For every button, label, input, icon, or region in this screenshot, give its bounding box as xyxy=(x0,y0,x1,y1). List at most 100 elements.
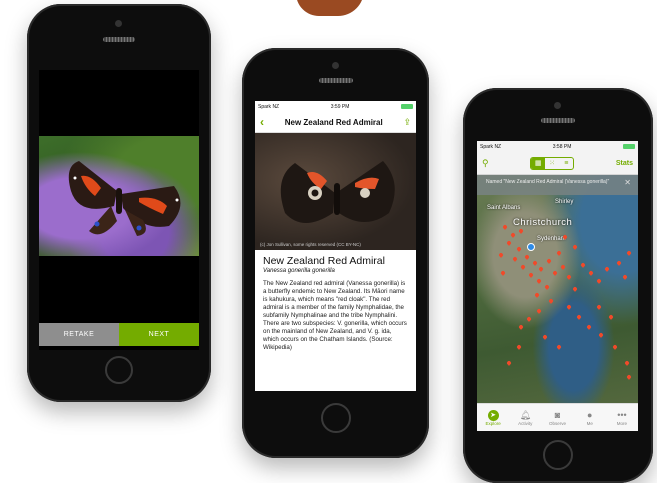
observation-pin[interactable] xyxy=(626,250,632,256)
observation-pin[interactable] xyxy=(510,232,516,238)
battery-icon xyxy=(401,104,413,109)
observation-pin[interactable] xyxy=(616,260,622,266)
observation-pin[interactable] xyxy=(502,224,508,230)
observation-pin[interactable] xyxy=(542,334,548,340)
common-name: New Zealand Red Admiral xyxy=(263,255,385,267)
taxon-photo: (c) Jon Sullivan, some rights reserved (… xyxy=(255,133,416,250)
tab-observe[interactable]: ◙ Observe xyxy=(541,404,573,431)
stats-button[interactable]: Stats xyxy=(616,160,633,167)
orange-logo-fragment xyxy=(296,0,364,16)
butterfly-illustration xyxy=(68,161,181,236)
observation-pin[interactable] xyxy=(556,250,562,256)
observation-pin[interactable] xyxy=(560,264,566,270)
observation-pin[interactable] xyxy=(622,274,628,280)
observation-pin[interactable] xyxy=(518,228,524,234)
observation-pin[interactable] xyxy=(598,332,604,338)
grid-view-icon[interactable]: ⁙ xyxy=(545,158,559,169)
named-notice: Named "New Zealand Red Admiral (Vanessa … xyxy=(477,175,638,195)
map-view-icon[interactable]: ▦ xyxy=(531,157,546,169)
bell-icon: 🔔︎ xyxy=(519,409,532,420)
scientific-name: Vanessa gonerilla gonerilla xyxy=(263,268,335,274)
observation-pin[interactable] xyxy=(608,314,614,320)
share-icon[interactable]: ⇪ xyxy=(403,117,411,128)
observation-pin[interactable] xyxy=(518,324,524,330)
home-button[interactable] xyxy=(543,440,573,470)
observation-map[interactable]: Saint Albans Shirley Christchurch Sydenh… xyxy=(477,175,638,404)
observation-pin[interactable] xyxy=(612,344,618,350)
butterfly-photo xyxy=(39,136,199,256)
photo-credit: (c) Jon Sullivan, some rights reserved (… xyxy=(260,242,361,247)
tab-more[interactable]: ••• More xyxy=(606,404,638,431)
back-chevron-icon[interactable]: ‹ xyxy=(260,115,264,129)
home-button[interactable] xyxy=(105,356,133,384)
observation-pin[interactable] xyxy=(572,286,578,292)
next-button[interactable]: NEXT xyxy=(119,323,199,346)
more-icon: ••• xyxy=(617,409,627,420)
observation-pin[interactable] xyxy=(576,314,582,320)
observation-pin[interactable] xyxy=(512,256,518,262)
observation-pin[interactable] xyxy=(556,344,562,350)
observation-pin[interactable] xyxy=(528,272,534,278)
observation-pin[interactable] xyxy=(538,266,544,272)
observation-pin[interactable] xyxy=(552,270,558,276)
map-label-sydenham: Sydenham xyxy=(537,236,566,242)
taxon-info: New Zealand Red Admiral Vanessa gonerill… xyxy=(255,250,416,357)
observation-pin[interactable] xyxy=(604,266,610,272)
observation-pin[interactable] xyxy=(498,252,504,258)
observation-pin[interactable] xyxy=(596,304,602,310)
observation-pin[interactable] xyxy=(580,262,586,268)
observation-pin[interactable] xyxy=(572,244,578,250)
status-bar: Spark NZ 3:58 PM xyxy=(477,141,638,152)
observation-pin[interactable] xyxy=(624,360,630,366)
page-title: New Zealand Red Admiral xyxy=(284,117,383,127)
observation-pin[interactable] xyxy=(544,284,550,290)
observation-pin[interactable] xyxy=(546,258,552,264)
screen: RETAKE NEXT xyxy=(39,70,199,350)
observation-pin[interactable] xyxy=(536,278,542,284)
tab-bar: ➤ Explore 🔔︎ Activity ◙ Observe ● Me ••• More xyxy=(477,403,638,431)
tab-explore[interactable]: ➤ Explore xyxy=(477,404,509,431)
observation-pin[interactable] xyxy=(586,324,592,330)
front-camera xyxy=(554,102,561,109)
search-icon[interactable]: ⚲ xyxy=(482,158,489,169)
carrier-label: Spark NZ xyxy=(480,143,502,150)
explore-toolbar: ⚲ ▦ ⁙ ≡ Stats xyxy=(477,152,638,175)
map-label-shirley: Shirley xyxy=(555,199,574,205)
clock-label: 3:58 PM xyxy=(552,143,572,150)
map-label-saint-albans: Saint Albans xyxy=(487,205,521,211)
tab-me[interactable]: ● Me xyxy=(574,404,606,431)
observation-pin[interactable] xyxy=(524,254,530,260)
view-toggle: ▦ ⁙ ≡ xyxy=(530,156,575,170)
close-icon[interactable]: ✕ xyxy=(624,179,631,187)
observation-pin[interactable] xyxy=(500,270,506,276)
phone-camera-confirm: RETAKE NEXT xyxy=(27,4,211,402)
observation-pin[interactable] xyxy=(588,270,594,276)
screen: Spark NZ 3:58 PM ⚲ ▦ ⁙ ≡ Stats Saint Alb… xyxy=(477,141,638,431)
carrier-label: Spark NZ xyxy=(258,103,280,110)
home-button[interactable] xyxy=(321,403,351,433)
observation-pin[interactable] xyxy=(516,344,522,350)
observation-pin[interactable] xyxy=(506,240,512,246)
observation-pin[interactable] xyxy=(520,264,526,270)
map-label-christchurch: Christchurch xyxy=(513,217,573,228)
list-view-icon[interactable]: ≡ xyxy=(559,158,573,169)
observation-pin[interactable] xyxy=(532,260,538,266)
observation-pin[interactable] xyxy=(548,298,554,304)
earpiece-speaker xyxy=(541,118,575,123)
observation-pin[interactable] xyxy=(596,278,602,284)
person-icon: ● xyxy=(586,409,593,420)
observation-pin[interactable] xyxy=(626,374,632,380)
retake-button[interactable]: RETAKE xyxy=(39,323,119,346)
tab-activity[interactable]: 🔔︎ Activity xyxy=(509,404,541,431)
observation-pin[interactable] xyxy=(526,316,532,322)
navigation-bar: ‹ New Zealand Red Admiral ⇪ xyxy=(255,112,416,133)
observation-pin[interactable] xyxy=(566,304,572,310)
action-bar: RETAKE NEXT xyxy=(39,323,199,346)
observation-pin[interactable] xyxy=(516,246,522,252)
observation-pin[interactable] xyxy=(534,292,540,298)
observation-pin[interactable] xyxy=(536,308,542,314)
notice-text: Named "New Zealand Red Admiral (Vanessa … xyxy=(486,179,610,185)
observation-pin[interactable] xyxy=(566,274,572,280)
front-camera xyxy=(115,20,122,27)
observation-pin[interactable] xyxy=(506,360,512,366)
